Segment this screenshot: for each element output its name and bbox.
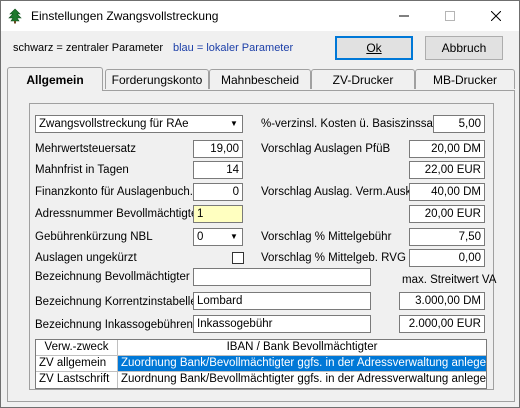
vat-field[interactable]: 19,00 xyxy=(193,140,243,158)
tab-zv-drucker[interactable]: ZV-Drucker xyxy=(311,69,415,89)
verm-eur-field[interactable]: 20,00 EUR xyxy=(409,205,485,223)
korr-amount-field[interactable]: 3.000,00 DM xyxy=(399,292,485,310)
cancel-button[interactable]: Abbruch xyxy=(425,36,503,60)
interest-label: %-verzinsl. Kosten ü. Basiszinssatz xyxy=(261,118,442,130)
pfueb-field[interactable]: 20,00 DM xyxy=(409,140,485,158)
pfueb-label: Vorschlag Auslagen PfüB xyxy=(261,143,391,155)
address-field[interactable]: 1 xyxy=(193,205,243,223)
grid-header: Verw.-zweck IBAN / Bank Bevollmächtigter xyxy=(36,340,486,356)
settings-window: Einstellungen Zwangsvollstreckung schwar… xyxy=(0,0,520,408)
rvg-label: Vorschlag % Mittelgeb. RVG xyxy=(261,252,406,264)
title-bar: Einstellungen Zwangsvollstreckung xyxy=(1,1,519,31)
grid-header-iban[interactable]: IBAN / Bank Bevollmächtigter xyxy=(118,340,486,356)
reduction-combo[interactable]: 0 ▼ xyxy=(193,228,243,246)
grid-cell-iban[interactable]: Zuordnung Bank/Bevollmächtigter ggfs. in… xyxy=(118,372,486,388)
account-field[interactable]: 0 xyxy=(193,183,243,201)
reduction-combo-value: 0 xyxy=(197,231,204,243)
grid-cell-purpose[interactable]: ZV allgemein xyxy=(36,356,118,372)
window-title: Einstellungen Zwangsvollstreckung xyxy=(31,9,219,23)
legend-central-param: schwarz = zentraler Parameter xyxy=(13,42,164,54)
bev-field[interactable] xyxy=(193,268,371,286)
close-icon xyxy=(491,11,501,21)
chevron-down-icon: ▼ xyxy=(230,119,238,128)
address-label: Adressnummer Bevollmächtigter xyxy=(35,208,202,220)
legend-local-param: blau = lokaler Parameter xyxy=(173,42,294,54)
inkasso-field[interactable]: Inkassogebühr xyxy=(193,315,371,333)
inkasso-amount-field[interactable]: 2.000,00 EUR xyxy=(399,315,485,333)
tab-label: MB-Drucker xyxy=(432,72,497,87)
tab-label: Allgemein xyxy=(26,72,84,87)
rvg-field[interactable]: 0,00 xyxy=(409,249,485,267)
ok-button[interactable]: Ok xyxy=(335,36,413,60)
minimize-icon xyxy=(399,15,409,17)
unshortened-label: Auslagen ungekürzt xyxy=(35,252,137,264)
ok-button-label: Ok xyxy=(366,41,382,55)
grid-cell-iban[interactable]: Zuordnung Bank/Bevollmächtigter ggfs. in… xyxy=(118,356,486,372)
cancel-button-label: Abbruch xyxy=(441,41,487,55)
tab-label: ZV-Drucker xyxy=(332,72,394,87)
mittel-field[interactable]: 7,50 xyxy=(409,228,485,246)
korr-label: Bezeichnung Korrentzinstabelle xyxy=(35,296,197,308)
tab-allgemein[interactable]: Allgemein xyxy=(7,67,103,91)
deadline-label: Mahnfrist in Tagen xyxy=(35,164,129,176)
tab-forderungskonto[interactable]: Forderungskonto xyxy=(105,69,209,89)
vat-label: Mehrwertsteuersatz xyxy=(35,143,136,155)
bev-label: Bezeichnung Bevollmächtigter xyxy=(35,271,190,283)
mittel-label: Vorschlag % Mittelgebühr xyxy=(261,231,392,243)
deadline-field[interactable]: 14 xyxy=(193,161,243,179)
grid-cell-purpose[interactable]: ZV Lastschrift xyxy=(36,372,118,388)
chevron-down-icon: ▼ xyxy=(230,232,238,241)
table-row[interactable]: ZV Lastschrift Zuordnung Bank/Bevollmäch… xyxy=(36,372,486,388)
korr-field[interactable]: Lombard xyxy=(193,292,371,310)
streitwert-label: max. Streitwert VA xyxy=(402,274,497,286)
reduction-label: Gebührenkürzung NBL xyxy=(35,231,153,243)
maximize-button[interactable] xyxy=(427,1,473,31)
unshortened-checkbox[interactable] xyxy=(232,252,244,264)
pfueb-eur-field[interactable]: 22,00 EUR xyxy=(409,161,485,179)
mode-combo-value: Zwangsvollstreckung für RAe xyxy=(39,118,189,130)
tab-label: Forderungskonto xyxy=(111,72,203,87)
mode-combo[interactable]: Zwangsvollstreckung für RAe ▼ xyxy=(35,115,243,133)
bank-grid[interactable]: Verw.-zweck IBAN / Bank Bevollmächtigter… xyxy=(35,339,487,389)
tab-mahnbescheid[interactable]: Mahnbescheid xyxy=(209,69,311,89)
tab-label: Mahnbescheid xyxy=(220,72,300,87)
close-button[interactable] xyxy=(473,1,519,31)
tree-icon xyxy=(8,8,22,24)
tab-mb-drucker[interactable]: MB-Drucker xyxy=(415,69,515,89)
maximize-icon xyxy=(445,11,455,21)
interest-field[interactable]: 5,00 xyxy=(433,115,485,133)
inkasso-label: Bezeichnung Inkassogebühren xyxy=(35,319,193,331)
table-row[interactable]: ZV allgemein Zuordnung Bank/Bevollmächti… xyxy=(36,356,486,372)
verm-field[interactable]: 40,00 DM xyxy=(409,183,485,201)
minimize-button[interactable] xyxy=(381,1,427,31)
grid-header-purpose[interactable]: Verw.-zweck xyxy=(36,340,118,356)
verm-label: Vorschlag Auslag. Verm.Ausk. xyxy=(261,186,415,198)
account-label: Finanzkonto für Auslagenbuch. xyxy=(35,186,193,198)
